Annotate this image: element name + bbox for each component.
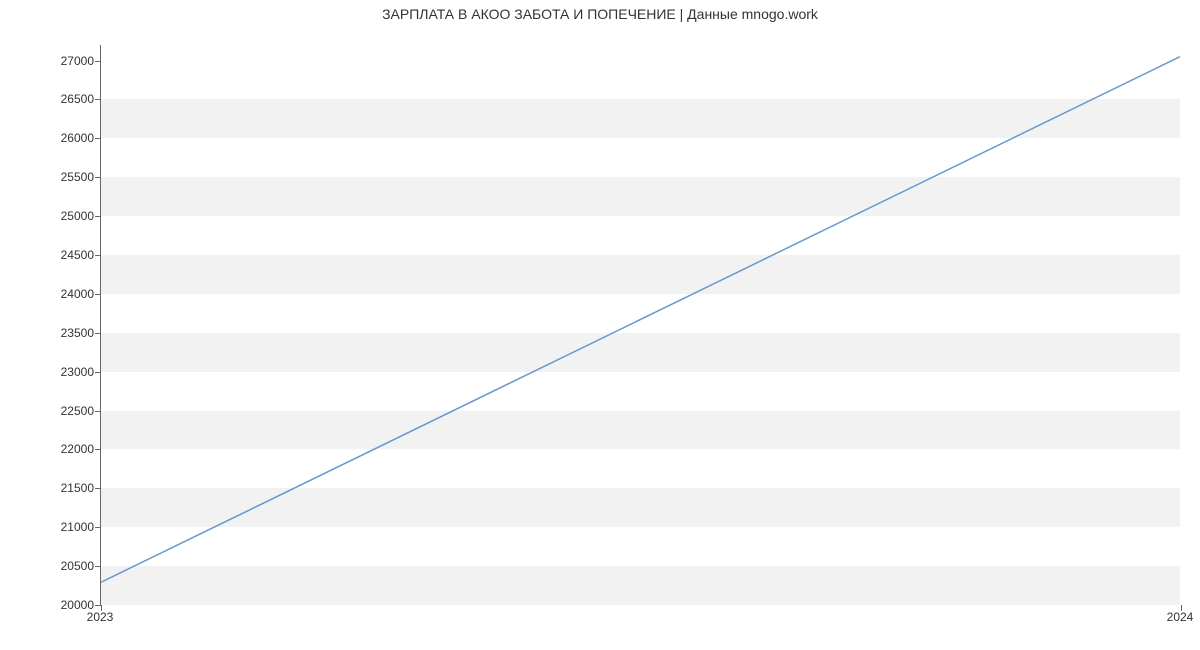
y-axis-label: 25000	[61, 209, 94, 223]
y-axis-label: 23500	[61, 326, 94, 340]
y-axis-label: 25500	[61, 170, 94, 184]
y-axis-label: 24000	[61, 287, 94, 301]
y-axis-label: 23000	[61, 365, 94, 379]
y-axis-label: 21000	[61, 520, 94, 534]
y-axis-label: 27000	[61, 54, 94, 68]
chart-title: ЗАРПЛАТА В АКОО ЗАБОТА И ПОПЕЧЕНИЕ | Дан…	[0, 6, 1200, 22]
y-axis-label: 20500	[61, 559, 94, 573]
y-axis-label: 21500	[61, 481, 94, 495]
y-axis-label: 22500	[61, 404, 94, 418]
x-axis-label: 2023	[87, 610, 114, 624]
chart-container: ЗАРПЛАТА В АКОО ЗАБОТА И ПОПЕЧЕНИЕ | Дан…	[0, 0, 1200, 650]
y-axis-label: 24500	[61, 248, 94, 262]
y-axis-label: 26000	[61, 131, 94, 145]
chart-line	[101, 45, 1180, 604]
y-axis-label: 26500	[61, 92, 94, 106]
x-axis-label: 2024	[1167, 610, 1194, 624]
y-axis-label: 22000	[61, 442, 94, 456]
plot-area	[100, 45, 1180, 605]
